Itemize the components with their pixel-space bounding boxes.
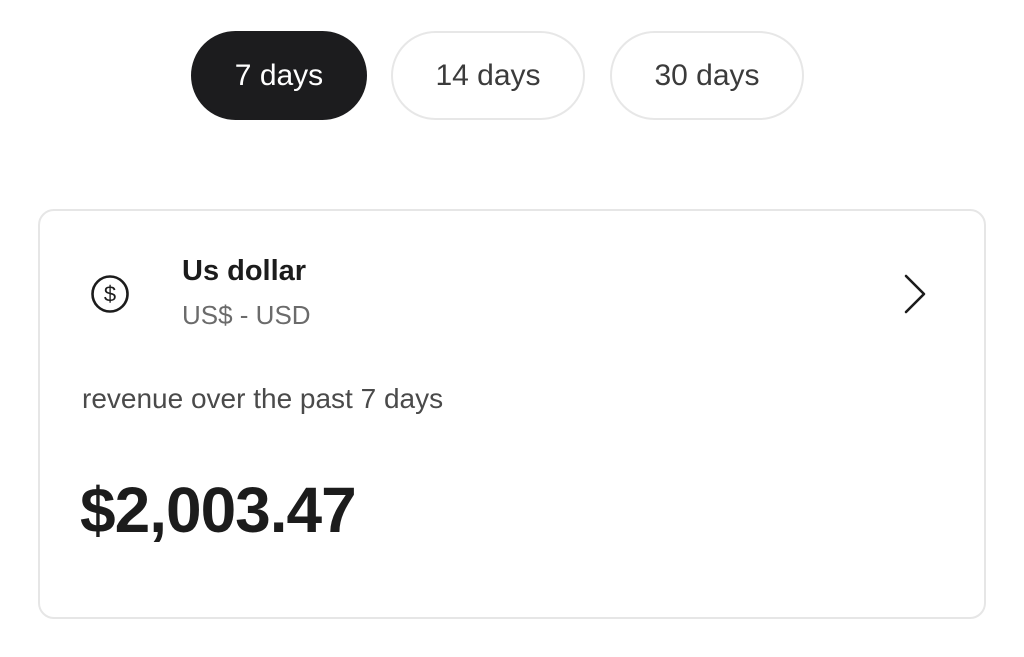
- currency-revenue-card: $ Us dollar US$ - USD revenue over the p…: [38, 209, 986, 619]
- period-tab-label: 7 days: [234, 58, 324, 92]
- revenue-period-label: revenue over the past 7 days: [82, 383, 444, 414]
- currency-name: Us dollar: [182, 255, 307, 287]
- currency-selector-row[interactable]: $ Us dollar US$ - USD: [40, 211, 984, 351]
- svg-text:$: $: [104, 282, 116, 307]
- chevron-right-icon[interactable]: [902, 273, 928, 315]
- period-tab-label: 30 days: [654, 58, 760, 92]
- dollar-circle-icon: $: [91, 275, 129, 313]
- revenue-amount: $2,003.47: [80, 474, 357, 546]
- period-tab-7-days[interactable]: 7 days: [191, 31, 367, 120]
- period-tab-14-days[interactable]: 14 days: [391, 31, 585, 120]
- period-tab-label: 14 days: [435, 58, 541, 92]
- revenue-screen: 7 days 14 days 30 days $ Us dollar US$ -…: [0, 0, 1024, 657]
- currency-code: US$ - USD: [182, 300, 311, 330]
- period-selector: 7 days 14 days 30 days: [0, 31, 1024, 120]
- period-tab-30-days[interactable]: 30 days: [610, 31, 804, 120]
